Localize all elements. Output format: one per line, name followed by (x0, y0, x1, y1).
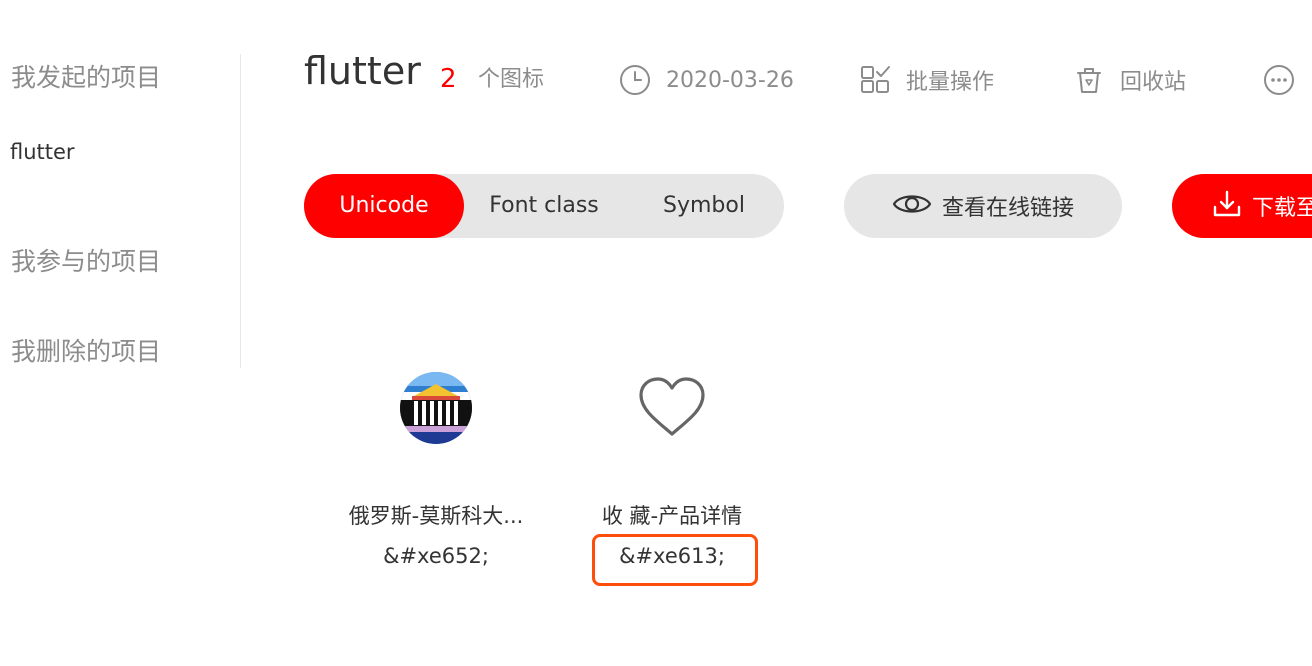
icon-card[interactable]: 俄罗斯-莫斯科大... &#xe652; (336, 366, 536, 596)
icon-name: 俄罗斯-莫斯科大... (348, 504, 524, 528)
created-date: 2020-03-26 (618, 60, 794, 100)
clock-icon (618, 63, 652, 97)
icon-name: 收 藏-产品详情 (601, 504, 743, 528)
page-title: flutter (304, 49, 421, 93)
download-icon (1212, 189, 1242, 223)
sidebar-section-initiated[interactable]: 我发起的项目 (11, 58, 161, 94)
tab-symbol[interactable]: Symbol (624, 174, 784, 238)
sidebar-divider (240, 54, 241, 368)
icon-count: 2 (440, 64, 457, 94)
sidebar-item-flutter[interactable]: flutter (10, 140, 75, 164)
icon-count-unit: 个图标 (478, 67, 545, 92)
trash-icon (1072, 63, 1106, 97)
sidebar-section-participated[interactable]: 我参与的项目 (11, 242, 161, 278)
eye-icon (892, 190, 932, 222)
batch-operation-button[interactable]: 批量操作 (858, 60, 994, 100)
sidebar-section-deleted[interactable]: 我删除的项目 (11, 332, 161, 368)
moscow-theatre-icon (400, 372, 472, 444)
project-sidebar: 我发起的项目 flutter 我参与的项目 我删除的项目 (0, 0, 240, 370)
download-label: 下载至 (1252, 196, 1312, 221)
grid-select-icon (858, 63, 892, 97)
more-horizontal-icon (1262, 63, 1296, 97)
more-options-button[interactable] (1262, 60, 1296, 100)
icon-unicode[interactable]: &#xe652; (336, 544, 536, 568)
heart-icon (636, 372, 708, 444)
created-date-text: 2020-03-26 (666, 67, 794, 93)
tab-unicode[interactable]: Unicode (304, 174, 464, 238)
tab-font-class[interactable]: Font class (464, 174, 624, 238)
batch-operation-label: 批量操作 (906, 70, 995, 95)
unicode-highlight-box (592, 534, 758, 586)
code-format-tabs: Unicode Font class Symbol (304, 174, 784, 238)
view-online-link-button[interactable]: 查看在线链接 (844, 174, 1122, 238)
view-online-link-label: 查看在线链接 (941, 196, 1074, 221)
recycle-bin-label: 回收站 (1120, 70, 1187, 95)
download-button[interactable]: 下载至 (1172, 174, 1312, 238)
recycle-bin-button[interactable]: 回收站 (1072, 60, 1186, 100)
